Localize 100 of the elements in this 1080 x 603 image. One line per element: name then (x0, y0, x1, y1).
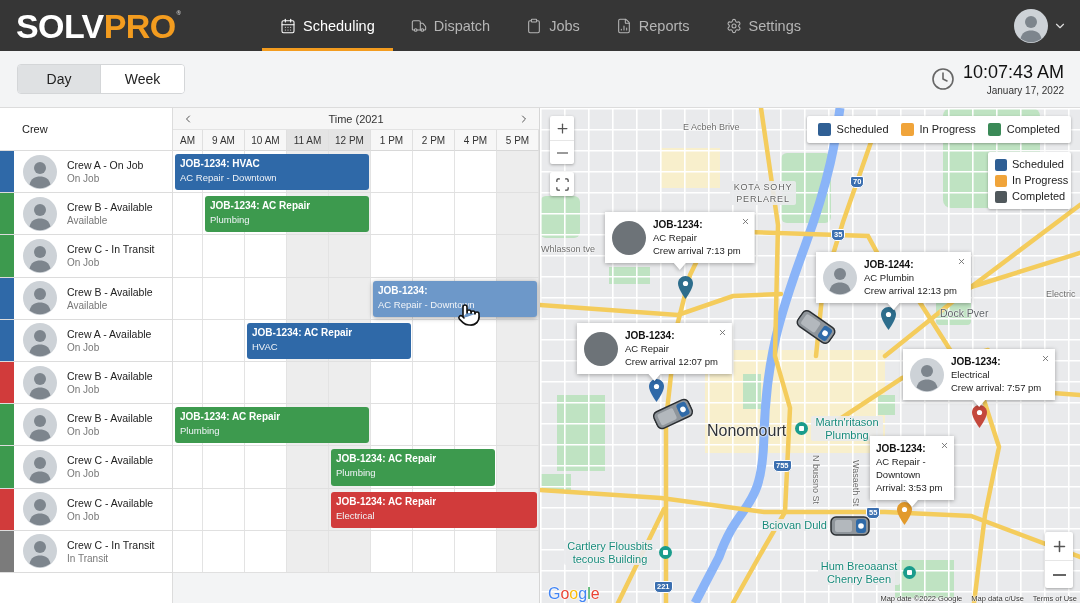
popup-title: JOB-1234: (951, 355, 1001, 368)
nav-tab[interactable]: Dispatch (392, 0, 509, 51)
current-time: 10:07:43 AM (962, 61, 1064, 83)
map-info-popup[interactable]: JOB-1234: AC Repair Crew arrival 12:07 pm (577, 323, 732, 381)
hour-heading: AM (173, 130, 203, 151)
map-pin-icon[interactable] (678, 276, 693, 299)
minus-icon (1052, 573, 1066, 576)
crew-name: Crew B - Available (67, 201, 153, 214)
popup-detail: Crew arrival: 7:57 pm (951, 381, 1042, 394)
nav-tab[interactable]: Reports (597, 0, 708, 51)
person-avatar-icon (823, 260, 857, 295)
fullscreen-button[interactable] (550, 172, 574, 196)
crew-status: Available (67, 299, 109, 311)
job-title: JOB-1234: AC Repair (336, 495, 437, 508)
person-avatar-icon[interactable] (1014, 8, 1048, 43)
popup-title: JOB-1234: (625, 329, 675, 342)
crew-name: Crew B - Available (67, 370, 153, 383)
map-info-popup[interactable]: JOB-1234: AC Repair Crew arrival 7:13 pm (605, 212, 755, 270)
person-avatar-icon (910, 357, 944, 392)
crew-status: On Job (67, 510, 101, 522)
street-label: N bussno St (811, 455, 821, 505)
map-pin-icon[interactable] (972, 405, 987, 428)
map-provider-logo: Google (548, 585, 600, 603)
person-avatar-icon (23, 154, 57, 189)
hour-heading: 1 PM (371, 130, 413, 151)
hour-heading: 5 PM (497, 130, 539, 151)
crew-name: Crew C - In Transit (67, 243, 155, 256)
close-icon[interactable] (1041, 354, 1051, 363)
crew-status: On Job (67, 468, 101, 480)
map-pin-icon[interactable] (649, 379, 664, 402)
person-avatar-icon (23, 365, 57, 400)
legend-label: Scheduled (1012, 158, 1064, 171)
crew-status: On Job (67, 384, 101, 396)
job-title: JOB-1234: AC Repair (336, 453, 437, 466)
job-title: JOB-1234: AC Repair (210, 200, 311, 213)
job-block[interactable]: JOB-1234: AC Repair Electrical (331, 491, 537, 528)
minus-icon (556, 151, 568, 154)
current-date: January 17, 2022 (986, 84, 1064, 97)
city-label: Nonomourt (707, 422, 787, 440)
legend-label: Scheduled (836, 123, 889, 136)
job-block[interactable]: JOB-1234: AC Repair Plumbing (331, 449, 495, 486)
timeline-title: Time (2021 (328, 112, 384, 125)
person-avatar-icon (23, 449, 57, 484)
job-title: JOB-1234: (378, 284, 428, 297)
place-marker-icon[interactable] (659, 546, 672, 559)
job-block[interactable]: JOB-1234: HVAC AC Repair - Downtown (175, 154, 369, 191)
map-info-popup[interactable]: JOB-1234: Electrical Crew arrival: 7:57 pm (903, 349, 1056, 407)
close-icon[interactable] (717, 328, 727, 337)
crew-status: In Transit (67, 552, 110, 564)
map-pin-icon[interactable] (881, 307, 896, 330)
crew-name: Crew C - Available (67, 496, 154, 509)
map-info-popup[interactable]: JOB-1234: AC Repair - Downtown Arrival: 3:53 pm (870, 436, 954, 507)
place-label: Cartlery Flousbits tecous Building (564, 540, 656, 565)
crew-status: On Job (67, 173, 101, 185)
van-icon[interactable] (830, 515, 870, 537)
legend-label: Completed (1006, 123, 1060, 136)
view-toggle-button[interactable]: Day (18, 65, 101, 93)
nav-tab[interactable]: Settings (707, 0, 819, 51)
place-marker-icon[interactable] (795, 422, 808, 435)
job-detail: HVAC (252, 340, 278, 353)
hour-heading: 4 PM (455, 130, 497, 151)
business-label: Bciovan Duld (762, 519, 827, 531)
legend-label: In Progress (1012, 174, 1069, 187)
close-icon[interactable] (740, 217, 750, 226)
photo-placeholder (612, 220, 646, 255)
job-detail: Plumbing (210, 214, 250, 227)
job-block[interactable]: JOB-1234: AC Repair Plumbing (175, 407, 369, 444)
job-block[interactable]: JOB-1234: AC Repair Plumbing (205, 196, 369, 233)
street-label: E Acbeh Brive (683, 122, 740, 132)
street-label: Wasaeth St (851, 460, 861, 507)
popup-detail: Crew arrival 12:13 pm (864, 284, 957, 297)
nav-tab[interactable]: Jobs (508, 0, 598, 51)
job-title: JOB-1234: HVAC (180, 158, 260, 170)
clipboard-icon (526, 17, 543, 34)
plus-icon (554, 120, 570, 136)
hour-heading: 12 PM (329, 130, 371, 151)
map-info-popup[interactable]: JOB-1244: AC Plumbin Crew arrival 12:13 pm (816, 252, 971, 310)
crew-status: Available (67, 215, 109, 227)
column-heading: Crew (22, 123, 48, 135)
chart-document-icon (615, 17, 632, 34)
popup-detail: Crew arrival 12:07 pm (625, 355, 718, 368)
close-icon[interactable] (956, 257, 966, 266)
popup-detail: Electrical (951, 368, 990, 381)
map-pin-icon[interactable] (897, 502, 912, 525)
area-label: Dock Pver (940, 307, 989, 319)
job-title: JOB-1234: AC Repair (180, 411, 281, 424)
popup-detail: Crew arrival 7:13 pm (653, 244, 741, 257)
clock-icon (930, 67, 955, 91)
place-marker-icon[interactable] (903, 566, 916, 579)
person-avatar-icon (23, 196, 57, 231)
job-block[interactable]: JOB-1234: AC Repair HVAC (247, 322, 411, 359)
place-label: Hum Breoaanst Chenry Been (818, 560, 900, 585)
crew-name: Crew A - On Job (67, 159, 144, 172)
popup-title: JOB-1234: (876, 442, 926, 455)
street-label: Electric (1046, 289, 1076, 299)
popup-detail: AC Repair (625, 342, 669, 355)
person-avatar-icon (23, 323, 57, 358)
crew-name: Crew C - Available (67, 454, 154, 467)
district-label: KOTA SOHY PERLAREL (730, 181, 796, 205)
close-icon[interactable] (940, 441, 949, 450)
